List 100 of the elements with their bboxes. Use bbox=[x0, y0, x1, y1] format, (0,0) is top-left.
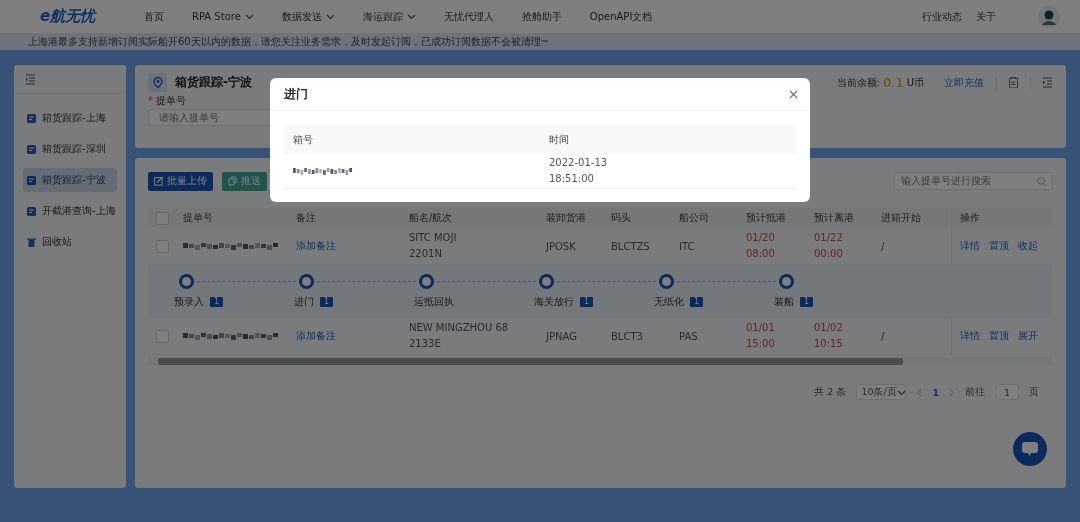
add-remark-link[interactable]: 添加备注 bbox=[288, 329, 401, 343]
redacted-text-drawing bbox=[293, 166, 353, 176]
balance-value: 0.1 bbox=[883, 75, 904, 90]
column-header: 船公司 bbox=[678, 211, 710, 225]
action-link[interactable]: 详情 bbox=[960, 239, 980, 253]
chevron-left-icon[interactable] bbox=[916, 387, 923, 397]
logo[interactable]: e航无忧 bbox=[40, 7, 130, 26]
action-link[interactable]: 详情 bbox=[960, 329, 980, 343]
edit-icon bbox=[154, 176, 163, 186]
count-badge: 1 bbox=[690, 297, 704, 307]
chat-bubble-icon bbox=[1022, 442, 1038, 456]
column-header: 预计抵港 bbox=[745, 211, 787, 225]
chevron-right-icon[interactable] bbox=[949, 387, 955, 397]
column-header: 箱号 bbox=[292, 132, 314, 147]
nav-link[interactable]: 行业动态 bbox=[922, 9, 962, 24]
table-cell-text: PAS bbox=[678, 330, 699, 342]
table-cell-text: NEW MINGZHOU 68 2133E bbox=[408, 321, 510, 351]
search-icon bbox=[1037, 176, 1046, 186]
nav-item[interactable]: RPA Store bbox=[178, 11, 268, 22]
toolbar-button[interactable]: 批量上传 bbox=[148, 171, 213, 191]
nav-item[interactable]: 首页 bbox=[130, 9, 178, 24]
horizontal-scrollbar[interactable] bbox=[148, 357, 1052, 366]
recharge-link[interactable]: 立即充值 bbox=[944, 75, 984, 90]
chat-button[interactable] bbox=[1013, 432, 1047, 466]
action-link[interactable]: 展开 bbox=[1018, 329, 1038, 343]
checkbox[interactable] bbox=[156, 211, 169, 225]
nav-item[interactable]: 无忧代理人 bbox=[429, 9, 508, 24]
checkbox[interactable] bbox=[156, 239, 169, 253]
caret-icon bbox=[896, 388, 906, 396]
table-cell-text: BLCTZS bbox=[610, 240, 651, 252]
page-size-select[interactable]: 10条/页 bbox=[856, 384, 907, 400]
document-icon bbox=[27, 113, 36, 123]
field-label: 提单号 bbox=[156, 95, 187, 106]
count-badge: 1 bbox=[210, 297, 224, 307]
sidebar-item[interactable]: 开截港查询-上海 bbox=[23, 199, 117, 223]
nav-link[interactable]: 关于 bbox=[976, 9, 996, 24]
sidebar-item[interactable]: 箱货跟踪-上海 bbox=[23, 106, 117, 130]
count-badge: 1 bbox=[800, 297, 814, 307]
timeline-node bbox=[419, 274, 434, 289]
nav-item[interactable]: OpenAPI文档 bbox=[575, 9, 667, 24]
currency-unit: U币 bbox=[906, 75, 924, 90]
menu-icon[interactable] bbox=[26, 73, 35, 85]
timeline-node bbox=[179, 274, 194, 289]
step-label: 进门 bbox=[294, 295, 314, 309]
table-cell-text: BLCT3 bbox=[610, 330, 644, 342]
timeline-node bbox=[779, 274, 794, 289]
caret-icon bbox=[406, 13, 416, 20]
timeline-node bbox=[539, 274, 554, 289]
clipboard-icon[interactable] bbox=[1009, 77, 1018, 88]
column-header: 提单号 bbox=[182, 211, 214, 225]
page-number[interactable]: 1 bbox=[932, 386, 939, 398]
timeline-node bbox=[299, 274, 314, 289]
sidebar-item[interactable]: 箱货跟踪-宁波 bbox=[23, 168, 117, 192]
table-cell-text: 01/22 00:00 bbox=[813, 231, 844, 261]
table-cell-text: ITC bbox=[678, 240, 696, 252]
count-badge: 1 bbox=[580, 297, 594, 307]
document-icon bbox=[27, 206, 36, 216]
trash-icon bbox=[27, 237, 36, 247]
table-cell-text: / bbox=[880, 240, 886, 252]
indent-icon[interactable] bbox=[1043, 77, 1052, 88]
nav-item[interactable]: 海运跟踪 bbox=[348, 9, 430, 24]
timeline-node bbox=[659, 274, 674, 289]
action-link[interactable]: 置顶 bbox=[989, 239, 1009, 253]
caret-icon bbox=[325, 13, 335, 20]
table-cell-text: 01/20 08:00 bbox=[745, 231, 776, 261]
table-cell-text: JPNAG bbox=[544, 330, 578, 342]
sidebar-item[interactable]: 箱货跟踪-深圳 bbox=[23, 137, 117, 161]
close-button[interactable] bbox=[789, 89, 798, 99]
action-link[interactable]: 置顶 bbox=[989, 329, 1009, 343]
avatar-icon[interactable] bbox=[1038, 5, 1060, 28]
document-icon bbox=[27, 175, 36, 185]
step-label: 运抵回执 bbox=[414, 295, 454, 309]
action-link[interactable]: 收起 bbox=[1018, 239, 1038, 253]
close-icon bbox=[789, 89, 798, 99]
count-badge: 1 bbox=[320, 297, 334, 307]
dialog-title: 进门 bbox=[284, 85, 308, 103]
required-mark: * bbox=[148, 95, 153, 106]
step-label: 无纸化 bbox=[654, 295, 684, 309]
step-label: 海关放行 bbox=[534, 295, 574, 309]
sidebar-item[interactable]: 回收站 bbox=[23, 230, 117, 254]
table-cell-text: 01/02 10:15 bbox=[813, 321, 844, 351]
column-header: 码头 bbox=[610, 211, 632, 225]
column-header: 预计离港 bbox=[813, 211, 855, 225]
add-remark-link[interactable]: 添加备注 bbox=[288, 239, 401, 253]
step-label: 预录入 bbox=[174, 295, 204, 309]
column-header: 备注 bbox=[295, 211, 317, 225]
table-cell-text: 01/01 15:00 bbox=[745, 321, 776, 351]
step-label: 装船 bbox=[774, 295, 794, 309]
toolbar-button[interactable]: 推送 bbox=[222, 171, 267, 191]
nav-item[interactable]: 抢舱助手 bbox=[507, 9, 576, 24]
table-cell-text: 2022-01-13 18:51:00 bbox=[548, 156, 609, 186]
table-cell-text: JPOSK bbox=[544, 240, 577, 252]
checkbox[interactable] bbox=[156, 329, 169, 343]
page-input[interactable]: 1 bbox=[995, 384, 1019, 400]
nav-item[interactable]: 数据发送 bbox=[267, 9, 349, 24]
column-header: 装卸货港 bbox=[545, 211, 587, 225]
page-title: 箱货跟踪-宁波 bbox=[175, 74, 252, 91]
table-cell-text: / bbox=[880, 330, 886, 342]
column-header: 时间 bbox=[548, 132, 570, 147]
caret-icon bbox=[244, 13, 254, 20]
